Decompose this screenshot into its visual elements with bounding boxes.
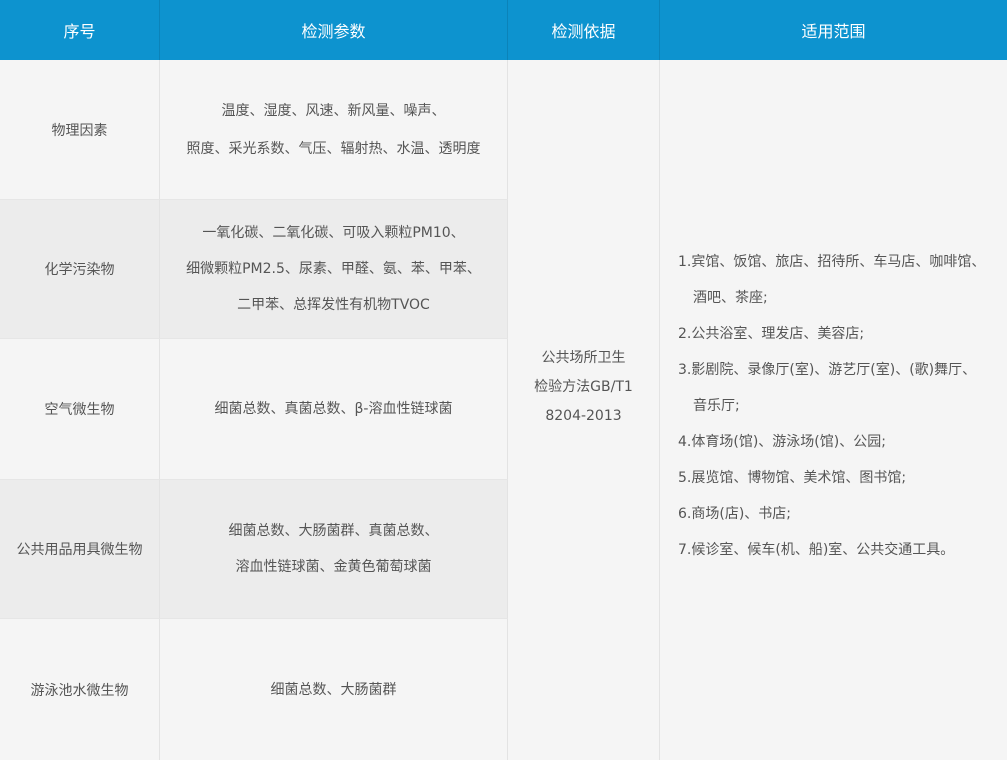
param-line: 二甲苯、总挥发性有机物TVOC (237, 297, 430, 313)
scope-item: 6.商场(店)、书店; (678, 506, 791, 522)
category-cell: 物理因素 (0, 60, 160, 200)
scope-item: 5.展览馆、博物馆、美术馆、图书馆; (678, 470, 907, 486)
params-cell: 一氧化碳、二氧化碳、可吸入颗粒PM10、 细微颗粒PM2.5、尿素、甲醛、氨、苯… (160, 200, 508, 339)
scope-item: 酒吧、茶座; (693, 290, 768, 306)
basis-cell: 公共场所卫生 检验方法GB/T1 8204-2013 (508, 60, 660, 760)
scope-item: 7.候诊室、候车(机、船)室、公共交通工具。 (678, 542, 955, 558)
header-scope: 适用范围 (660, 0, 1007, 60)
header-serial: 序号 (0, 0, 160, 60)
scope-item: 音乐厅; (693, 398, 740, 414)
param-line: 细菌总数、大肠菌群 (270, 681, 397, 698)
basis-line: 公共场所卫生 (541, 350, 626, 366)
param-line: 细菌总数、真菌总数、β-溶血性链球菌 (214, 401, 453, 417)
inspection-table: 序号 检测参数 检测依据 适用范围 物理因素 温度、湿度、风速、新风量、噪声、 … (0, 0, 1007, 760)
scope-item: 1.宾馆、饭馆、旅店、招待所、车马店、咖啡馆、 (678, 254, 986, 270)
params-cell: 细菌总数、大肠菌群、真菌总数、 溶血性链球菌、金黄色葡萄球菌 (160, 480, 508, 619)
category-cell: 公共用品用具微生物 (0, 480, 160, 619)
scope-item: 2.公共浴室、理发店、美容店; (678, 326, 865, 342)
params-cell: 细菌总数、大肠菌群 (160, 619, 508, 760)
param-line: 细微颗粒PM2.5、尿素、甲醛、氨、苯、甲苯、 (186, 261, 481, 277)
param-line: 溶血性链球菌、金黄色葡萄球菌 (235, 559, 432, 575)
basis-line: 8204-2013 (545, 408, 622, 424)
param-line: 细菌总数、大肠菌群、真菌总数、 (228, 523, 439, 539)
param-line: 照度、采光系数、气压、辐射热、水温、透明度 (186, 140, 481, 157)
params-cell: 细菌总数、真菌总数、β-溶血性链球菌 (160, 339, 508, 480)
scope-cell: 1.宾馆、饭馆、旅店、招待所、车马店、咖啡馆、 酒吧、茶座; 2.公共浴室、理发… (660, 60, 1007, 760)
param-line: 温度、湿度、风速、新风量、噪声、 (221, 102, 446, 119)
scope-item: 4.体育场(馆)、游泳场(馆)、公园; (678, 434, 886, 450)
scope-item: 3.影剧院、录像厅(室)、游艺厅(室)、(歌)舞厅、 (678, 362, 977, 378)
category-cell: 游泳池水微生物 (0, 619, 160, 760)
category-cell: 空气微生物 (0, 339, 160, 480)
param-line: 一氧化碳、二氧化碳、可吸入颗粒PM10、 (202, 225, 465, 241)
header-basis: 检测依据 (508, 0, 660, 60)
params-cell: 温度、湿度、风速、新风量、噪声、 照度、采光系数、气压、辐射热、水温、透明度 (160, 60, 508, 200)
header-params: 检测参数 (160, 0, 508, 60)
category-cell: 化学污染物 (0, 200, 160, 339)
basis-line: 检验方法GB/T1 (534, 379, 633, 395)
